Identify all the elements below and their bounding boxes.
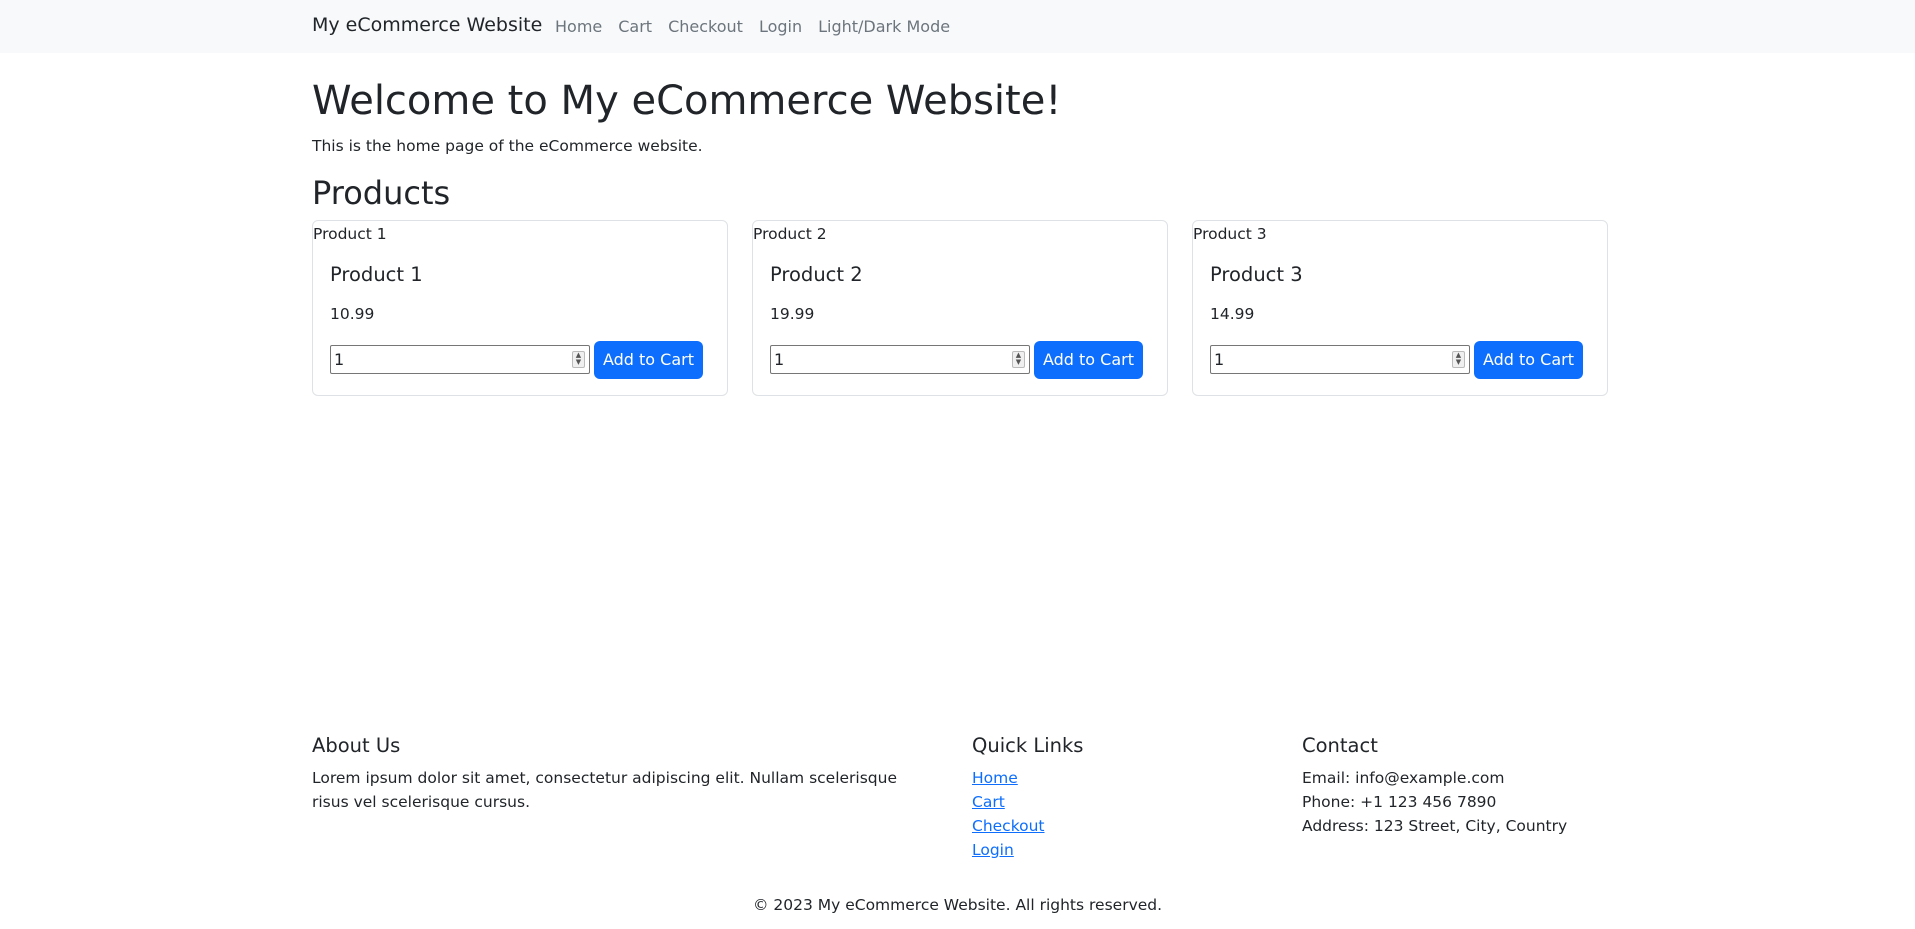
footer-links-title: Quick Links (972, 734, 1084, 757)
product-price-2: 19.99 (770, 305, 815, 323)
footer-contact: Email: info@example.com Phone: +1 123 45… (1302, 766, 1567, 838)
quantity-value-3: 1 (1214, 350, 1225, 369)
quantity-input-1[interactable]: 1 ▲ ▼ (330, 345, 590, 374)
footer-contact-title: Contact (1302, 734, 1378, 757)
nav-link-theme-toggle[interactable]: Light/Dark Mode (818, 17, 950, 36)
footer-about-title: About Us (312, 734, 401, 757)
quantity-value-1: 1 (334, 350, 345, 369)
copyright: © 2023 My eCommerce Website. All rights … (752, 896, 1163, 914)
product-image-3: Product 3 (1193, 225, 1267, 243)
footer-link-home[interactable]: Home (972, 766, 1045, 790)
quantity-input-2[interactable]: 1 ▲ ▼ (770, 345, 1030, 374)
product-name-2: Product 2 (770, 263, 863, 286)
product-card-1: Product 1 Product 1 10.99 1 ▲ ▼ Add to Ca… (312, 220, 728, 396)
navbar-brand[interactable]: My eCommerce Website (312, 14, 542, 36)
spinner-arrows-icon[interactable]: ▲ ▼ (572, 351, 585, 368)
add-to-cart-button-2[interactable]: Add to Cart (1034, 341, 1143, 379)
footer-link-cart[interactable]: Cart (972, 790, 1045, 814)
footer-link-checkout[interactable]: Checkout (972, 814, 1045, 838)
spinner-arrows-icon[interactable]: ▲ ▼ (1012, 351, 1025, 368)
footer-about-text: Lorem ipsum dolor sit amet, consectetur … (312, 769, 897, 811)
product-image-1: Product 1 (313, 225, 387, 243)
add-to-cart-button-1[interactable]: Add to Cart (594, 341, 703, 379)
page-title: Welcome to My eCommerce Website! (312, 78, 1062, 124)
page-intro: This is the home page of the eCommerce w… (312, 137, 703, 155)
quantity-value-2: 1 (774, 350, 785, 369)
spinner-arrows-icon[interactable]: ▲ ▼ (1452, 351, 1465, 368)
nav-link-login[interactable]: Login (759, 17, 802, 36)
nav-links: Home Cart Checkout Login Light/Dark Mode (555, 17, 966, 36)
product-card-2: Product 2 Product 2 19.99 1 ▲ ▼ Add to Ca… (752, 220, 1168, 396)
nav-link-checkout[interactable]: Checkout (668, 17, 743, 36)
add-to-cart-button-3[interactable]: Add to Cart (1474, 341, 1583, 379)
quantity-input-3[interactable]: 1 ▲ ▼ (1210, 345, 1470, 374)
contact-phone: Phone: +1 123 456 7890 (1302, 793, 1497, 811)
products-heading: Products (312, 174, 451, 212)
product-image-2: Product 2 (753, 225, 827, 243)
product-price-3: 14.99 (1210, 305, 1255, 323)
contact-address: Address: 123 Street, City, Country (1302, 817, 1568, 835)
product-name-1: Product 1 (330, 263, 423, 286)
contact-email: Email: info@example.com (1302, 769, 1505, 787)
footer-link-login[interactable]: Login (972, 838, 1045, 862)
product-price-1: 10.99 (330, 305, 375, 323)
product-name-3: Product 3 (1210, 263, 1303, 286)
nav-link-home[interactable]: Home (555, 17, 602, 36)
product-card-3: Product 3 Product 3 14.99 1 ▲ ▼ Add to Ca… (1192, 220, 1608, 396)
nav-link-cart[interactable]: Cart (618, 17, 652, 36)
footer-quick-links: Home Cart Checkout Login (972, 766, 1045, 862)
